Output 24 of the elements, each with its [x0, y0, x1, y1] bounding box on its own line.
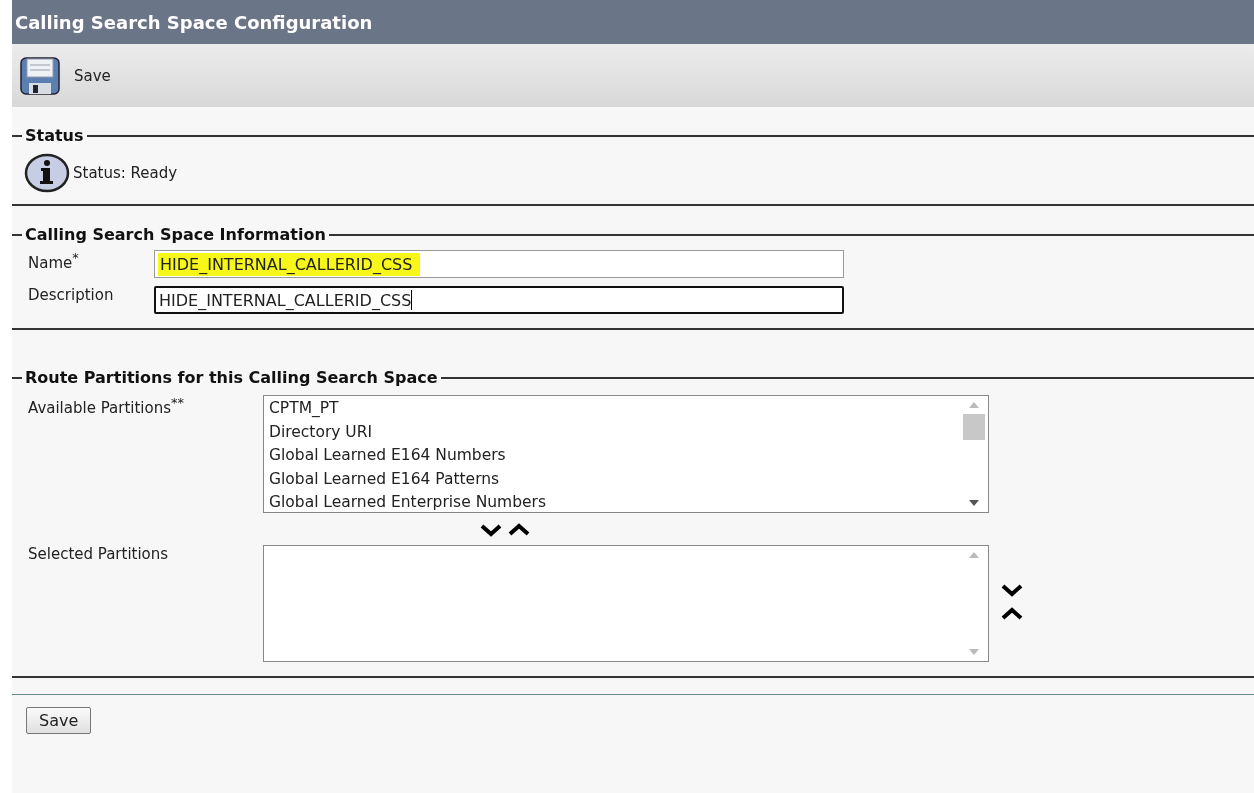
move-up-icon[interactable]: [1001, 607, 1023, 621]
section-legend: Calling Search Space Information: [25, 225, 326, 244]
list-item[interactable]: Global Learned Enterprise Numbers: [269, 491, 955, 515]
section-legend: Route Partitions for this Calling Search Space: [25, 368, 438, 387]
text-field[interactable]: HIDE_INTERNAL_CALLERID_CSS: [154, 286, 844, 314]
list-item[interactable]: Global Learned E164 Numbers: [269, 444, 955, 468]
field-label: Selected Partitions: [28, 545, 170, 563]
move-down-icon[interactable]: [1001, 583, 1023, 597]
info-icon: [24, 153, 70, 193]
field-label: Name$^{*}$: [28, 250, 80, 272]
text-field[interactable]: HIDE_INTERNAL_CALLERID_CSS: [154, 250, 844, 278]
list-item[interactable]: CPTM_PT: [269, 397, 955, 421]
save-button[interactable]: Save: [20, 56, 111, 95]
section-legend: Status: [25, 126, 84, 145]
move-down-icon[interactable]: [480, 523, 502, 537]
status-message: Status: Ready: [73, 164, 178, 182]
list-item[interactable]: Global Learned E164 Patterns: [269, 467, 955, 491]
save-button[interactable]: Save: [26, 707, 92, 734]
list-item[interactable]: Directory URI: [269, 420, 955, 444]
partition-listbox[interactable]: CPTM_PT Directory URI Global Learned E164 Numbers Global Learned E164 Patterns Global Learned Enterprise Numbers: [263, 395, 989, 513]
window-title: Calling Search Space Configuration: [15, 11, 373, 33]
field-label: Description: [28, 286, 115, 304]
field-label: Available Partitions$^{**}$: [28, 395, 185, 417]
move-up-icon[interactable]: [508, 523, 530, 537]
